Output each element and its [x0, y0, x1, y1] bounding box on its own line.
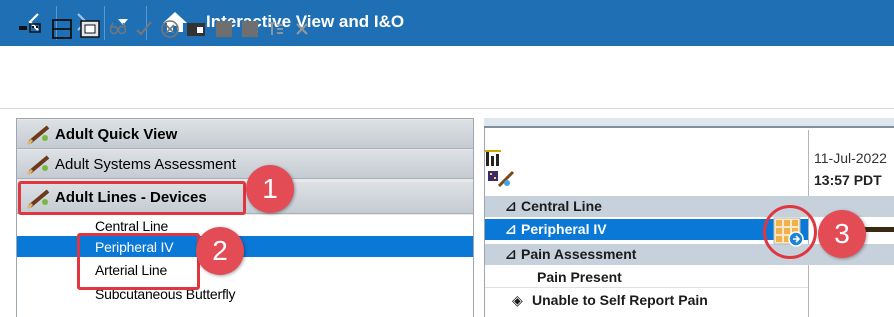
pencil-icon — [26, 125, 50, 145]
toolbar — [0, 46, 894, 109]
callout-badge-1: 1 — [246, 165, 294, 213]
close-x-icon[interactable] — [292, 19, 312, 39]
section-item-central-line[interactable]: Central Line — [95, 218, 168, 234]
cancel-circle-icon[interactable] — [160, 19, 180, 39]
grey-square-icon[interactable] — [240, 19, 260, 39]
grey-square-icon[interactable] — [214, 19, 234, 39]
band-label: Adult Quick View — [55, 126, 178, 143]
documentation-icon[interactable] — [487, 168, 515, 188]
callout-circle-dynamic-group — [763, 205, 817, 259]
row-label: Peripheral IV — [521, 221, 607, 237]
checkmark-icon[interactable] — [134, 19, 154, 39]
add-column-icon[interactable] — [80, 19, 100, 39]
glasses-icon[interactable] — [108, 19, 128, 39]
column-time: 13:57 PDT — [814, 172, 882, 188]
flowsheet-header-strip — [484, 118, 894, 128]
folder-icon[interactable] — [186, 19, 206, 39]
split-view-icon[interactable] — [52, 19, 72, 39]
nav-separator — [104, 6, 105, 40]
pencil-icon — [26, 155, 50, 175]
row-prefix: ⊿ — [505, 246, 517, 262]
row-label: Pain Present — [537, 269, 622, 285]
text-icon[interactable] — [266, 19, 286, 39]
row-prefix: ◈ — [512, 292, 523, 308]
callout-box-adult-lines — [18, 181, 246, 215]
callout-box-peripheral-iv — [77, 233, 200, 290]
row-label: Pain Assessment — [521, 246, 637, 262]
row-label: Central Line — [521, 198, 602, 214]
row-prefix: ⊿ — [505, 198, 517, 214]
results-chart-icon[interactable] — [484, 150, 504, 168]
row-label: Unable to Self Report Pain — [532, 292, 708, 308]
insert-icon[interactable] — [18, 19, 42, 39]
column-date: 11-Jul-2022 — [814, 150, 887, 166]
callout-badge-2: 2 — [196, 227, 244, 275]
row-pain-present[interactable] — [485, 267, 808, 288]
row-prefix: ⊿ — [505, 221, 517, 237]
callout-badge-3: 3 — [818, 210, 866, 258]
band-label: Adult Systems Assessment — [55, 156, 236, 173]
